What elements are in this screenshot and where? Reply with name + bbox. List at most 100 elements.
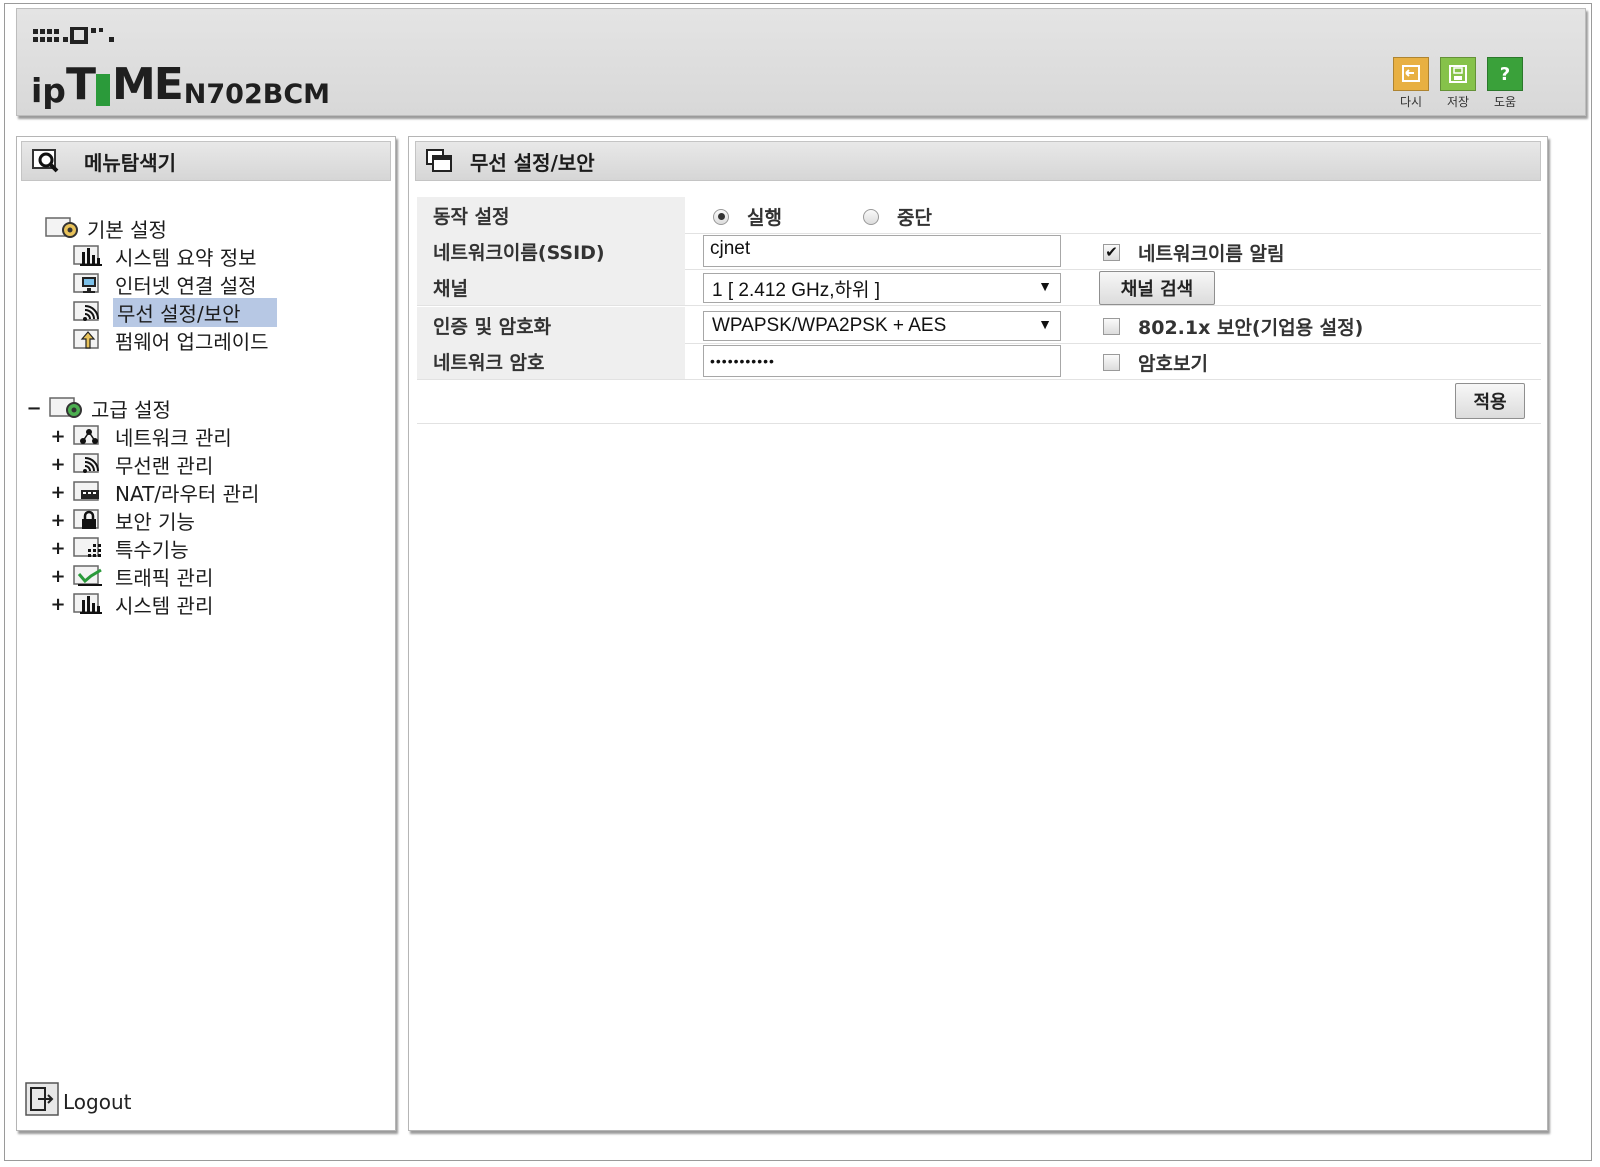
channel-scan-button[interactable]: 채널 검색 [1099,271,1215,305]
undo-label: 다시 [1399,95,1423,109]
menu-explorer-title: 메뉴탐색기 [84,150,176,175]
wireless-icon [73,453,99,473]
page-title: 무선 설정/보안 [470,150,595,175]
radio-stop-dot[interactable] [863,208,879,225]
sidebar-item-label: 보안 기능 [115,509,195,534]
brand-logo: ipT MEN702BCM [31,59,330,110]
save-icon [1440,57,1476,91]
row-channel: 채널 1 [ 2.412 GHz,하위 ] ▼ 채널 검색 [417,269,1541,306]
radio-run-label: 실행 [747,207,782,229]
sidebar-item-internet-connection[interactable]: 인터넷 연결 설정 [73,271,257,298]
dropdown-arrow-icon: ▼ [1038,316,1052,332]
chart-icon [73,593,102,614]
window-icon [426,149,452,172]
special-icon [73,537,101,557]
sidebar-item-label: NAT/라우터 관리 [115,481,260,506]
row-value: 실행 중단 [685,197,1541,233]
expand-toggle[interactable]: + [49,510,67,531]
main-panel: 무선 설정/보안 동작 설정 실행 중단 네트워크이름(SSID) cjnet [408,136,1548,1131]
main-title-bar: 무선 설정/보안 [415,141,1541,181]
expand-toggle[interactable]: + [49,538,67,559]
row-value: cjnet ✔ 네트워크이름 알림 [685,233,1541,269]
radio-stop[interactable]: 중단 [863,203,932,230]
row-label: 네트워크이름(SSID) [417,233,685,269]
sidebar-item-wireless-security[interactable]: 무선 설정/보안 [73,297,277,327]
expand-toggle[interactable]: + [49,594,67,615]
help-label: 도움 [1493,95,1517,109]
sidebar-item-special-functions[interactable]: + 특수기능 [49,535,189,562]
brand-i-bar [95,74,110,106]
traffic-icon [73,565,102,586]
gear-folder-icon [45,217,78,238]
sidebar-item-label: 특수기능 [115,537,189,562]
logout-button[interactable]: Logout [25,1082,131,1116]
tree-advanced-settings-label: 고급 설정 [91,397,171,422]
radio-run-dot[interactable] [713,208,729,225]
expand-toggle[interactable]: + [49,482,67,503]
sidebar-item-network-management[interactable]: + 네트워크 관리 [49,423,232,450]
row-label: 동작 설정 [417,197,685,233]
tree-basic-settings[interactable]: 기본 설정 [45,215,167,242]
logout-icon [25,1082,59,1116]
row-label: 인증 및 암호화 [417,307,685,343]
row-label: 네트워크 암호 [417,343,685,379]
menu-explorer-panel: 메뉴탐색기 기본 설정 시스템 요약 정보 인터넷 연결 설정 무선 설정/보안… [16,136,396,1131]
tree-advanced-settings[interactable]: − 고급 설정 [25,395,171,422]
password-input[interactable]: ••••••••••• [703,345,1061,377]
undo-icon [1393,57,1429,91]
monitor-icon [73,273,99,293]
model-name: N702BCM [183,79,331,110]
search-icon [32,149,59,173]
radio-run[interactable]: 실행 [713,203,782,230]
row-ssid: 네트워크이름(SSID) cjnet ✔ 네트워크이름 알림 [417,233,1541,270]
expand-toggle[interactable]: + [49,426,67,447]
radio-stop-label: 중단 [897,207,932,229]
enterprise-checkbox[interactable]: 802.1x 보안(기업용 설정) [1103,313,1363,340]
checkbox-label: 네트워크이름 알림 [1138,243,1285,265]
brand-ip-text: ip [31,71,66,110]
row-auth: 인증 및 암호화 WPAPSK/WPA2PSK + AES ▼ 802.1x 보… [417,307,1541,344]
show-password-checkbox[interactable]: 암호보기 [1103,349,1208,376]
sidebar-item-system-summary[interactable]: 시스템 요약 정보 [73,243,257,270]
auth-select[interactable]: WPAPSK/WPA2PSK + AES ▼ [703,311,1061,341]
row-value: ••••••••••• 암호보기 [685,343,1541,379]
expand-toggle[interactable]: + [49,566,67,587]
sidebar-item-nat-router[interactable]: + NAT/라우터 관리 [49,479,260,506]
sidebar-item-traffic-management[interactable]: + 트래픽 관리 [49,563,213,590]
apply-button[interactable]: 적용 [1455,383,1525,419]
row-value: 1 [ 2.412 GHz,하위 ] ▼ 채널 검색 [685,269,1541,305]
sidebar-item-label: 시스템 요약 정보 [115,245,257,270]
sidebar-item-label: 네트워크 관리 [115,425,232,450]
help-icon: ? [1487,57,1523,91]
collapse-toggle[interactable]: − [25,398,43,419]
sidebar-item-firmware-upgrade[interactable]: 펌웨어 업그레이드 [73,327,269,354]
brand-t-text: T [65,59,96,110]
row-password: 네트워크 암호 ••••••••••• 암호보기 [417,343,1541,380]
header-bar: ipT MEN702BCM 다시 저장 ? 도움 [16,8,1586,116]
checkbox-label: 암호보기 [1138,353,1208,375]
sidebar-item-security-functions[interactable]: + 보안 기능 [49,507,195,534]
upgrade-icon [73,329,99,349]
checkbox-label: 802.1x 보안(기업용 설정) [1138,317,1364,339]
ssid-broadcast-checkbox[interactable]: ✔ 네트워크이름 알림 [1103,239,1284,266]
checkbox-box[interactable] [1103,318,1120,335]
row-label: 채널 [417,269,685,305]
menu-explorer-title-bar: 메뉴탐색기 [21,141,391,181]
network-icon [73,425,99,445]
checkbox-box[interactable] [1103,354,1120,371]
undo-button[interactable]: 다시 [1391,57,1431,110]
channel-select[interactable]: 1 [ 2.412 GHz,하위 ] ▼ [703,273,1061,303]
checkbox-box[interactable]: ✔ [1103,244,1120,261]
sidebar-item-system-management[interactable]: + 시스템 관리 [49,591,213,618]
tree-basic-settings-label: 기본 설정 [87,217,167,242]
brand-mark-icon [33,27,114,44]
sidebar-item-label: 펌웨어 업그레이드 [115,329,269,354]
sidebar-item-label: 무선 설정/보안 [113,297,277,327]
auth-select-value: WPAPSK/WPA2PSK + AES [712,315,947,336]
ssid-input[interactable]: cjnet [703,235,1061,267]
save-button[interactable]: 저장 [1438,57,1478,110]
channel-select-value: 1 [ 2.412 GHz,하위 ] [712,279,881,301]
help-button[interactable]: ? 도움 [1485,57,1525,110]
expand-toggle[interactable]: + [49,454,67,475]
sidebar-item-wlan-management[interactable]: + 무선랜 관리 [49,451,213,478]
